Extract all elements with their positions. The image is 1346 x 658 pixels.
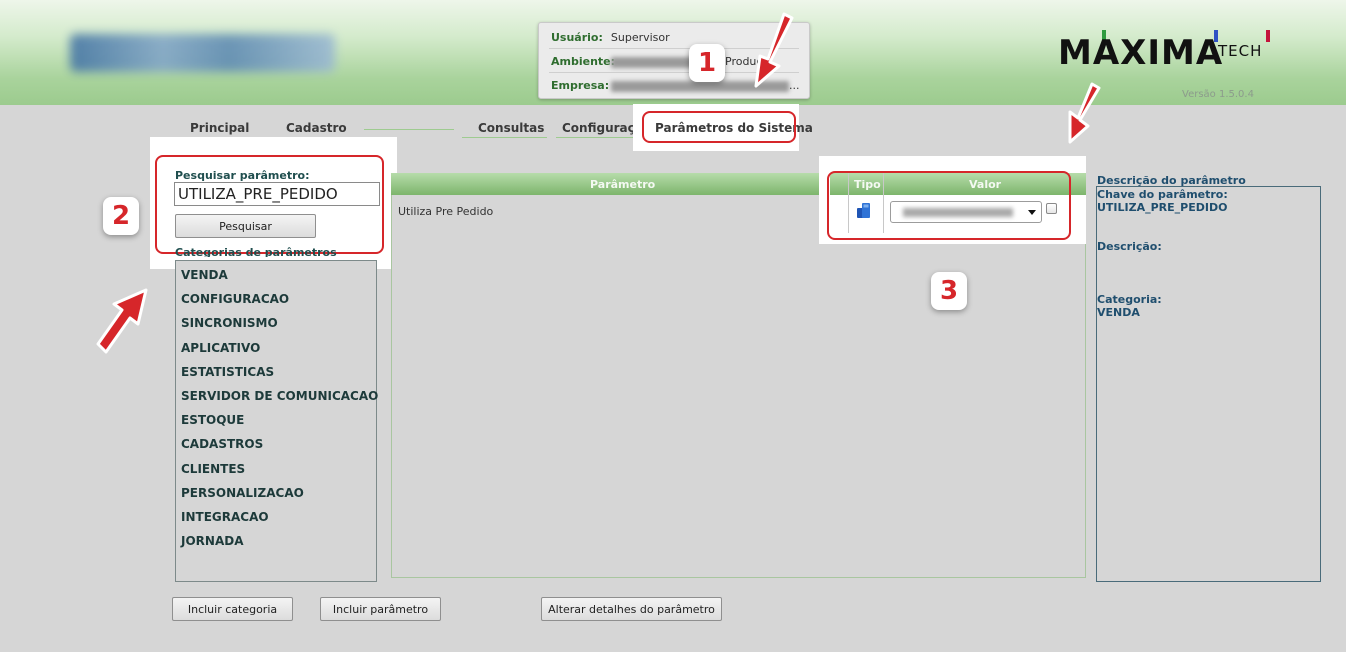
category-item[interactable]: PERSONALIZACAO: [181, 486, 304, 500]
add-parameter-button[interactable]: Incluir parâmetro: [320, 597, 441, 621]
user-value: Supervisor: [610, 31, 670, 44]
annotation-box-3: [827, 171, 1071, 240]
tab-consultas[interactable]: Consultas: [478, 121, 544, 135]
category-item[interactable]: ESTATISTICAS: [181, 365, 274, 379]
category-item[interactable]: CONFIGURACAO: [181, 292, 289, 306]
company-value-blurred: [611, 81, 789, 92]
annotation-box-2: [155, 155, 384, 254]
category-item[interactable]: ESTOQUE: [181, 413, 244, 427]
session-info-box: Usuário: Supervisor Ambiente: Produç Empr…: [538, 22, 810, 99]
details-description-label: Descrição:: [1097, 240, 1162, 253]
tab-underline: [462, 137, 547, 138]
tab-underline: [556, 137, 636, 138]
user-label: Usuário:: [551, 31, 603, 44]
details-key-value: UTILIZA_PRE_PEDIDO: [1097, 201, 1228, 214]
annotation-number-1: 1: [689, 44, 725, 82]
divider: [549, 72, 799, 73]
tab-underline: [364, 129, 454, 130]
category-item[interactable]: APLICATIVO: [181, 341, 260, 355]
category-item[interactable]: CLIENTES: [181, 462, 245, 476]
header-bar: Usuário: Supervisor Ambiente: Produç Empr…: [0, 0, 1346, 105]
grid-row-param[interactable]: Utiliza Pre Pedido: [398, 205, 493, 218]
user-row: Usuário: Supervisor: [551, 31, 670, 44]
annotation-number-3: 3: [931, 272, 967, 310]
company-logo-blurred: [70, 34, 335, 72]
annotation-number-2: 2: [103, 197, 139, 235]
category-item[interactable]: SERVIDOR DE COMUNICACAO: [181, 389, 378, 403]
details-category-label: Categoria:: [1097, 293, 1162, 306]
company-value-tail: ...: [789, 79, 800, 92]
divider: [549, 48, 799, 49]
company-row: Empresa:: [551, 79, 609, 92]
column-header-param[interactable]: Parâmetro: [590, 178, 655, 191]
brand-logo-text: MAXIMA: [1058, 33, 1224, 73]
company-label: Empresa:: [551, 79, 610, 92]
edit-parameter-details-button[interactable]: Alterar detalhes do parâmetro: [541, 597, 722, 621]
annotation-box-1: [642, 111, 796, 143]
category-item[interactable]: CADASTROS: [181, 437, 263, 451]
categories-label: Categorias de parâmetros: [175, 246, 337, 257]
version-label: Versão 1.5.0.4: [1182, 89, 1254, 100]
add-category-button[interactable]: Incluir categoria: [172, 597, 293, 621]
category-item[interactable]: JORNADA: [181, 534, 243, 548]
details-category-value: VENDA: [1097, 306, 1140, 319]
environment-row: Ambiente:: [551, 55, 615, 68]
category-item[interactable]: SINCRONISMO: [181, 316, 278, 330]
brand-logo-suffix: TECH: [1218, 42, 1263, 60]
environment-label: Ambiente:: [551, 55, 616, 68]
brand-accent-red: [1266, 30, 1270, 42]
category-item[interactable]: INTEGRACAO: [181, 510, 269, 524]
environment-value-tail: Produç: [725, 55, 763, 68]
tab-cadastro[interactable]: Cadastro: [286, 121, 347, 135]
category-item[interactable]: VENDA: [181, 268, 228, 282]
tab-principal[interactable]: Principal: [190, 121, 249, 135]
bottom-edge: [0, 652, 1346, 658]
details-key-label: Chave do parâmetro:: [1097, 188, 1228, 201]
